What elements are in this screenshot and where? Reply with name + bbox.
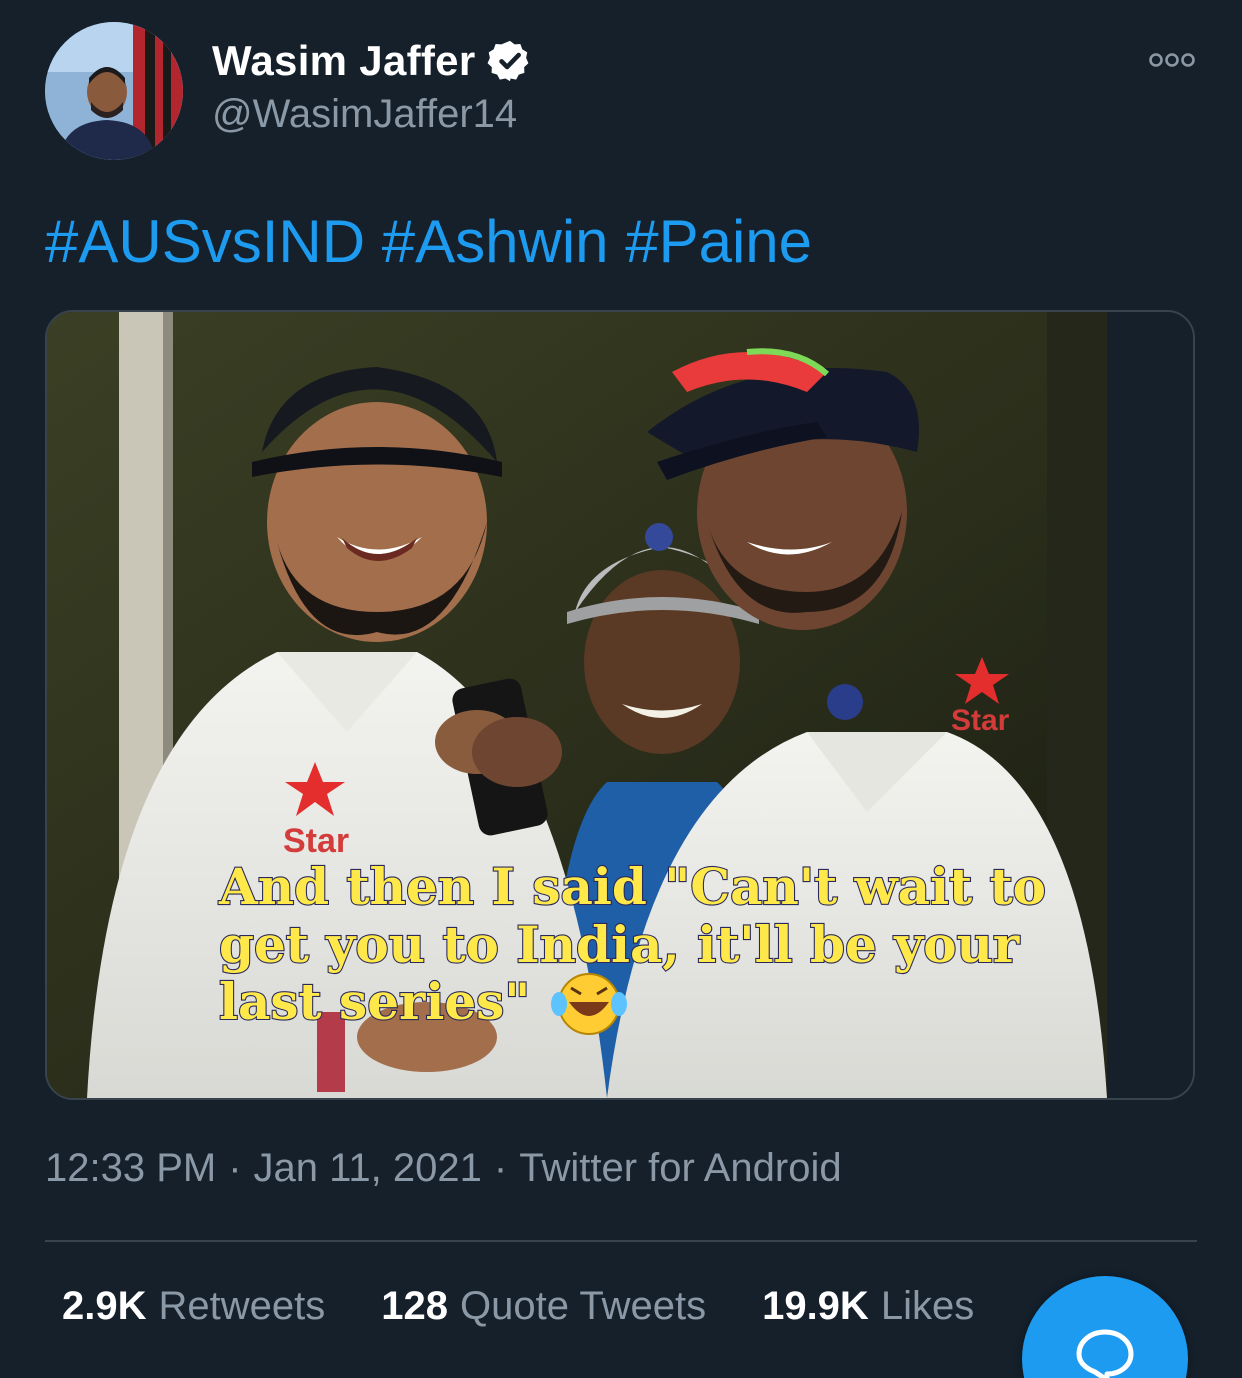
meme-photo: Star Star And then I said "Can't wait to… (47, 312, 1193, 1098)
verified-badge-icon (488, 40, 529, 82)
engagement-stats: 2.9K Retweets 128 Quote Tweets 19.9K Likes (62, 1284, 1030, 1329)
tweet-text: #AUSvsIND #Ashwin #Paine (45, 206, 812, 278)
likes-stat[interactable]: 19.9K Likes (762, 1284, 974, 1329)
reply-fab-button[interactable] (1022, 1276, 1188, 1378)
tweet-meta: 12:33 PM · Jan 11, 2021 · Twitter for Androi… (45, 1146, 842, 1191)
meta-separator: · (493, 1146, 508, 1190)
retweets-stat[interactable]: 2.9K Retweets (62, 1284, 325, 1329)
author-display-name[interactable]: Wasim Jaffer (212, 37, 475, 85)
quote-tweets-label: Quote Tweets (460, 1284, 707, 1328)
author-handle[interactable]: @WasimJaffer14 (212, 92, 517, 137)
likes-label: Likes (880, 1284, 975, 1328)
tweet-source[interactable]: Twitter for Android (519, 1146, 841, 1190)
hashtag-ashwin[interactable]: #Ashwin (382, 208, 609, 275)
meta-separator: · (228, 1146, 242, 1190)
author-name-row[interactable]: Wasim Jaffer (212, 36, 533, 86)
sponsor-text-right: Star (951, 704, 1010, 737)
hashtag-paine[interactable]: #Paine (625, 208, 812, 275)
retweets-count: 2.9K (62, 1284, 147, 1328)
quote-tweets-stat[interactable]: 128 Quote Tweets (381, 1284, 706, 1329)
more-options-button[interactable] (1142, 40, 1202, 80)
caption-line-2: get you to India, it'll be your (219, 915, 1020, 974)
caption-line-1: And then I said "Can't wait to (218, 857, 1046, 916)
more-options-icon (1149, 53, 1195, 67)
sponsor-text-left: Star (283, 822, 349, 860)
avatar-photo (45, 22, 183, 160)
retweets-label: Retweets (158, 1284, 326, 1328)
reply-bubble-icon (1076, 1329, 1134, 1378)
tweet-detail-screen: Wasim Jaffer @WasimJaffer14 #AUSvsIND #A… (0, 0, 1242, 1378)
author-avatar[interactable] (45, 22, 183, 160)
hashtag-ausvsind[interactable]: #AUSvsIND (45, 208, 365, 275)
likes-count: 19.9K (762, 1284, 869, 1328)
quote-tweets-count: 128 (381, 1284, 448, 1328)
tweet-media-image[interactable]: Star Star And then I said "Can't wait to… (45, 310, 1195, 1100)
tweet-time[interactable]: 12:33 PM (45, 1146, 216, 1190)
tweet-date[interactable]: Jan 11, 2021 (254, 1146, 482, 1190)
caption-line-3: last series" (219, 972, 530, 1031)
divider (45, 1240, 1197, 1242)
